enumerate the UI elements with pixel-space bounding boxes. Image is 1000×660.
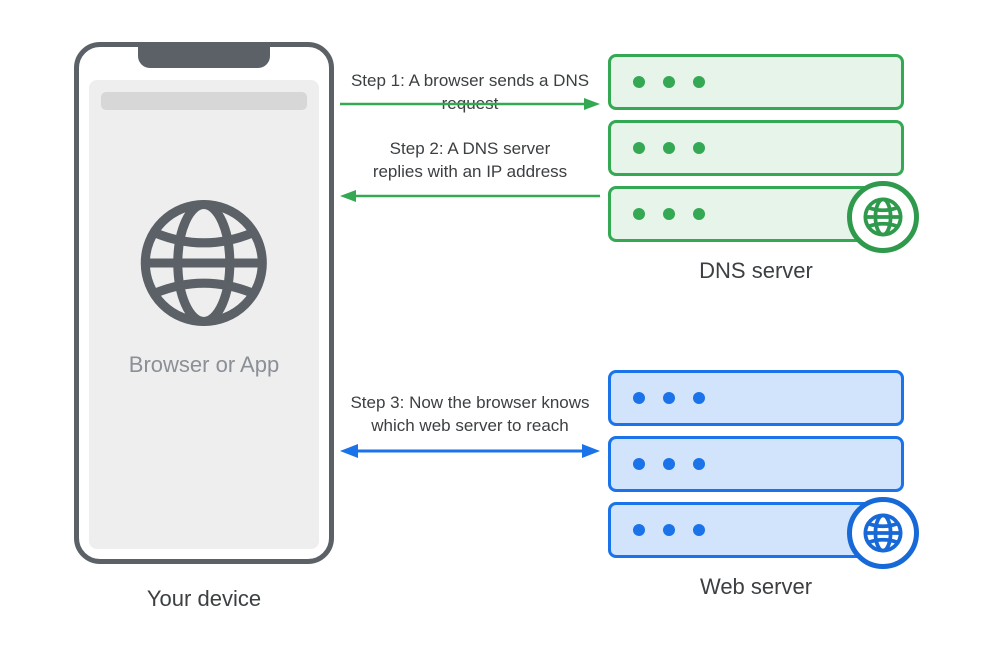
status-dot (663, 524, 675, 536)
globe-icon (862, 196, 904, 238)
globe-icon (139, 198, 269, 328)
browser-label: Browser or App (129, 352, 279, 378)
status-dot (693, 76, 705, 88)
status-dot (693, 392, 705, 404)
server-rack (608, 186, 904, 242)
address-bar (101, 92, 307, 110)
status-dot (663, 142, 675, 154)
server-rack (608, 54, 904, 110)
device-phone: Browser or App (74, 42, 334, 564)
status-dot (663, 208, 675, 220)
phone-screen: Browser or App (89, 80, 319, 549)
status-dot (693, 208, 705, 220)
diagram-canvas: Browser or App Your device (0, 0, 1000, 660)
status-dot (693, 458, 705, 470)
step2-label: Step 2: A DNS server replies with an IP … (340, 138, 600, 184)
dns-globe-badge (847, 181, 919, 253)
status-dot (633, 458, 645, 470)
web-caption: Web server (608, 574, 904, 600)
step2-line2: replies with an IP address (373, 162, 567, 181)
arrow-step3 (340, 442, 600, 460)
arrow-step1 (340, 96, 600, 112)
device-caption: Your device (74, 586, 334, 612)
status-dot (693, 524, 705, 536)
server-rack (608, 370, 904, 426)
arrow-step2 (340, 188, 600, 204)
step2-line1: Step 2: A DNS server (390, 139, 551, 158)
status-dot (633, 524, 645, 536)
web-globe-badge (847, 497, 919, 569)
status-dot (693, 142, 705, 154)
status-dot (633, 142, 645, 154)
server-rack (608, 502, 904, 558)
dns-caption: DNS server (608, 258, 904, 284)
step3-label: Step 3: Now the browser knows which web … (340, 392, 600, 438)
globe-icon (862, 512, 904, 554)
web-server: Web server (608, 370, 904, 600)
status-dot (663, 76, 675, 88)
status-dot (633, 392, 645, 404)
server-rack (608, 120, 904, 176)
status-dot (633, 76, 645, 88)
status-dot (633, 208, 645, 220)
phone-notch (138, 46, 270, 68)
status-dot (663, 458, 675, 470)
browser-icon-group: Browser or App (129, 198, 279, 378)
status-dot (663, 392, 675, 404)
step3-line1: Step 3: Now the browser knows (350, 393, 589, 412)
server-rack (608, 436, 904, 492)
dns-server: DNS server (608, 54, 904, 284)
step3-line2: which web server to reach (371, 416, 568, 435)
